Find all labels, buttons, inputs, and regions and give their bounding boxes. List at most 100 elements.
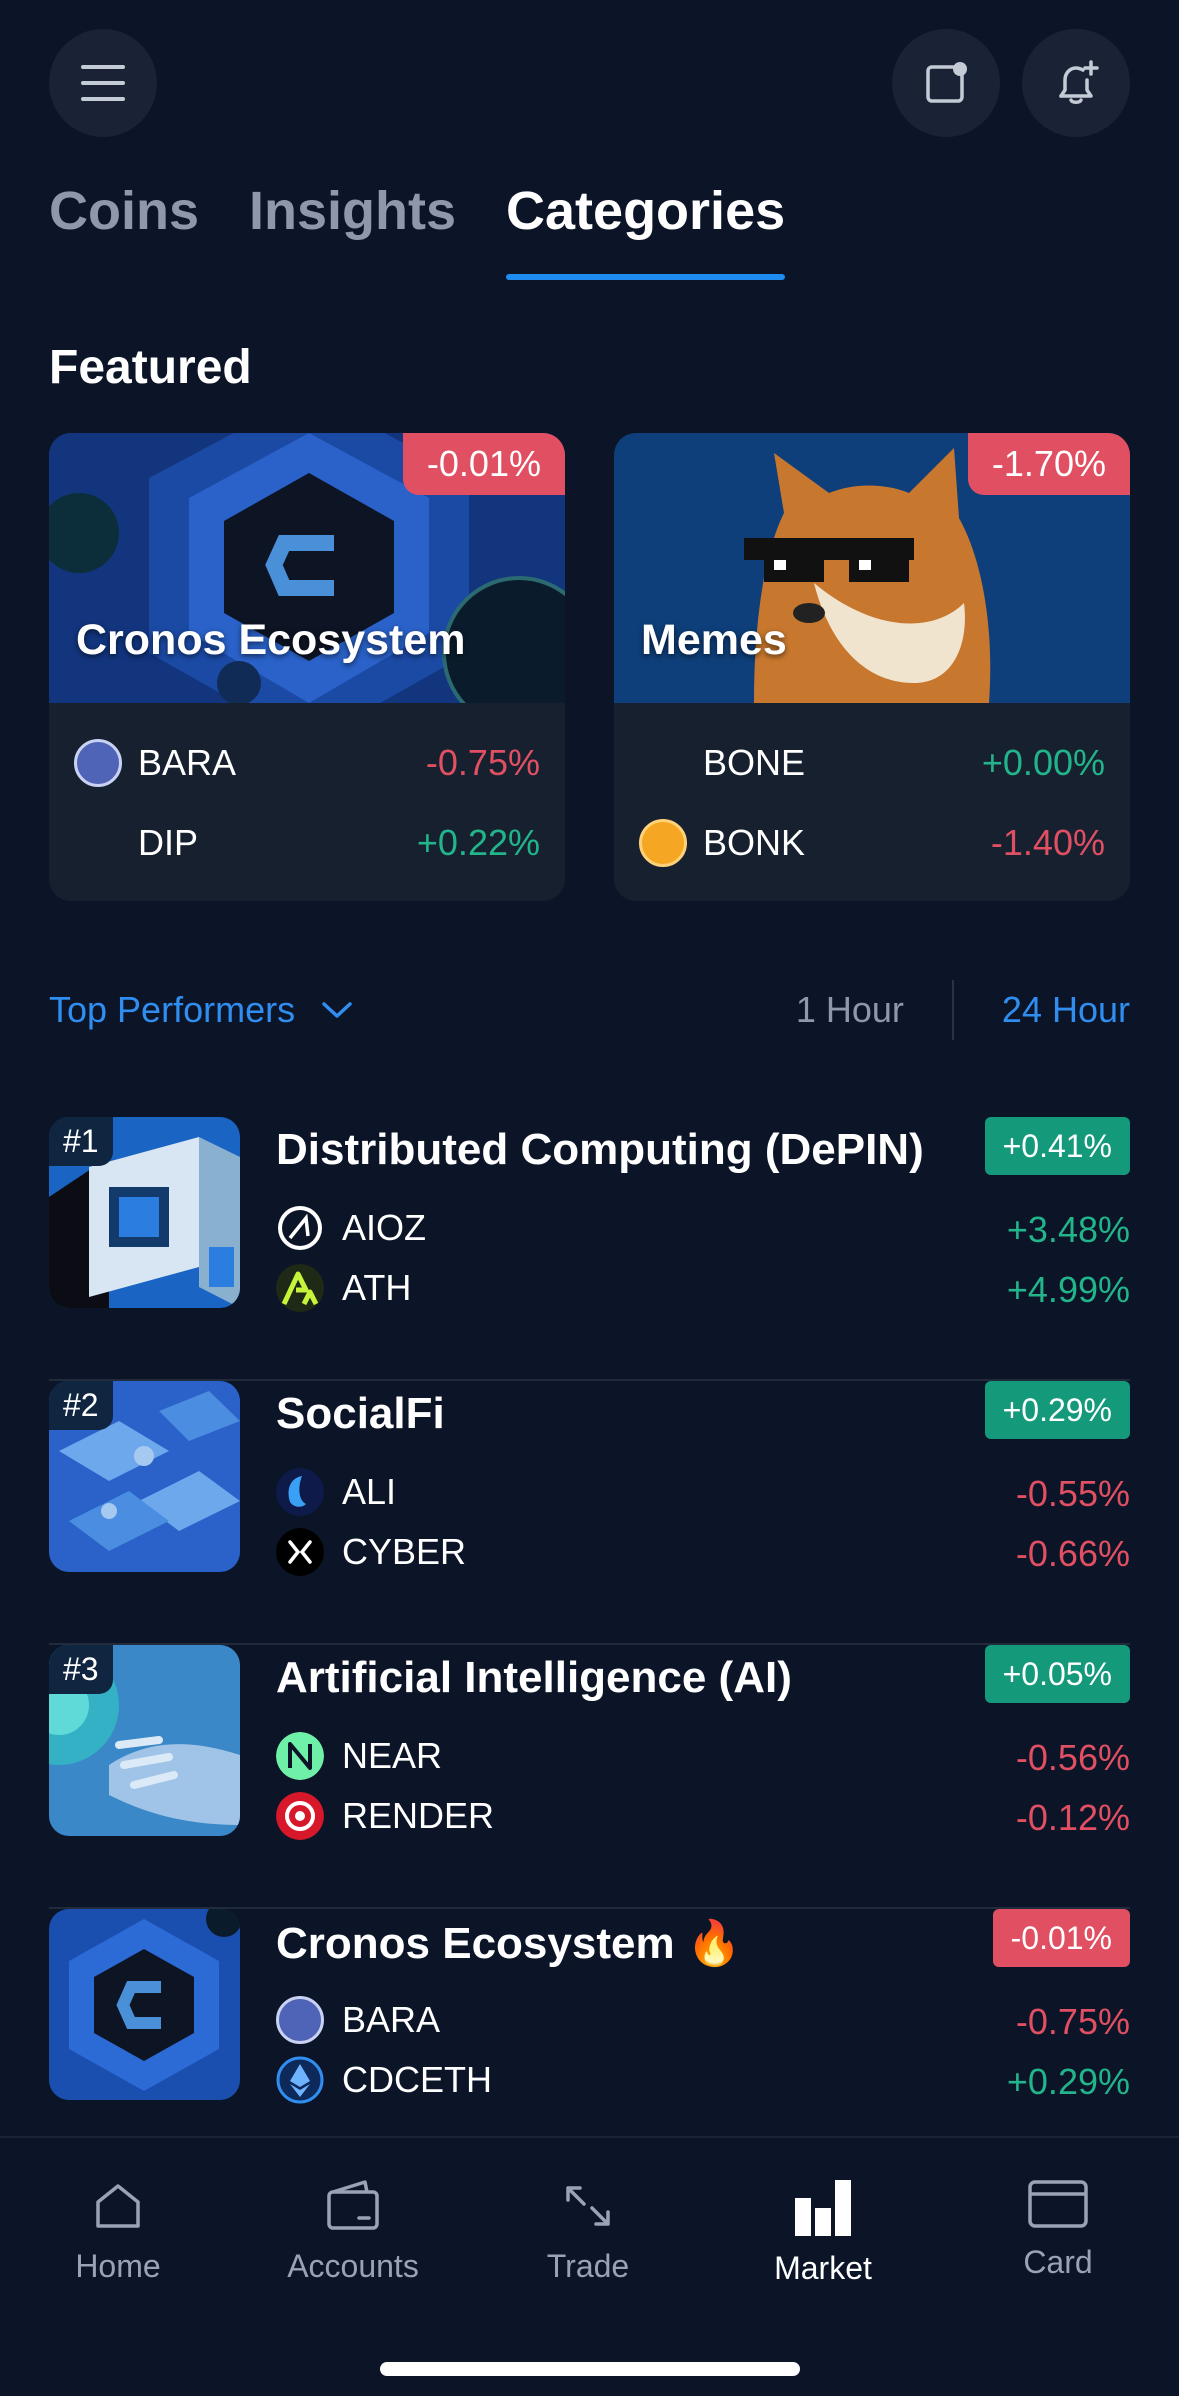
coin-symbol: BONK [703,822,806,863]
render-coin-icon [276,1792,324,1840]
featured-coin-row: BONE +0.00% [614,733,1130,793]
notes-icon [926,62,967,103]
category-thumbnail: #2 [49,1381,240,1572]
category-rank: #2 [49,1381,113,1430]
bone-coin-icon [639,739,687,787]
trade-arrows-icon [566,2186,610,2226]
category-coin: NEAR [276,1731,442,1781]
tab-insights[interactable]: Insights [249,180,456,280]
coin-change: -0.75% [425,742,540,783]
nav-label: Home [75,2248,161,2284]
category-thumbnail [49,1909,240,2100]
chevron-down-icon [322,1002,352,1018]
bara-coin-icon [276,1996,324,2044]
category-thumbnail: #1 [49,1117,240,1308]
coin-symbol: BONE [703,742,806,783]
featured-coin-row: BARA -0.75% [49,733,565,793]
category-name: Artificial Intelligence (AI) [276,1653,792,1702]
aioz-coin-icon [278,1206,322,1250]
category-change-badge: -0.01% [992,1909,1130,1967]
top-tabs: Coins Insights Categories [49,180,786,280]
category-change-badge: +0.29% [984,1381,1130,1439]
coin-symbol: BARA [138,742,237,783]
nav-label: Trade [546,2248,630,2284]
category-change-badge: +0.05% [984,1645,1130,1703]
cyber-coin-icon [276,1528,324,1576]
featured-card-image: -1.70% Memes [614,433,1130,703]
category-row[interactable]: #3 Artificial Intelligence (AI) +0.05% N… [49,1645,1130,1909]
nav-label: Market [774,2250,872,2286]
add-alert-icon [1059,60,1099,104]
nav-card[interactable]: Card [958,2178,1158,2281]
coin-change: +0.29% [1006,2061,1130,2102]
time-divider [951,980,954,1040]
coin-symbol: ATH [342,1267,412,1308]
near-coin-icon [276,1732,324,1780]
category-row[interactable]: Cronos Ecosystem 🔥 -0.01% BARA -0.75% CD… [49,1909,1130,2173]
category-rank: #1 [49,1117,113,1166]
featured-card-cronos[interactable]: -0.01% Cronos Ecosystem BARA -0.75% DIP … [49,433,565,901]
coin-change: -1.40% [990,822,1105,863]
coin-change: -0.12% [1015,1797,1130,1838]
coin-change: +3.48% [1006,1209,1130,1250]
add-alert-button[interactable] [1022,29,1130,137]
category-coin: BARA [276,1995,440,2045]
coin-symbol: RENDER [342,1795,495,1836]
category-coin: ATH [276,1263,411,1313]
nav-market[interactable]: Market [723,2178,923,2287]
category-rank: #3 [49,1645,113,1694]
coin-change: -0.55% [1015,1473,1130,1514]
dip-coin-icon [74,819,122,867]
coin-symbol: DIP [138,822,199,863]
coin-change: +0.00% [981,742,1105,783]
category-name: Cronos Ecosystem 🔥 [276,1919,742,1968]
category-row[interactable]: #1 Distributed Computing (DePIN) +0.41% … [49,1117,1130,1381]
featured-coin-row: BONK -1.40% [614,813,1130,873]
coin-change: -0.75% [1015,2001,1130,2042]
nav-label: Card [1023,2244,1093,2280]
hamburger-icon [81,65,125,101]
bara-coin-icon [74,739,122,787]
category-name: Distributed Computing (DePIN) [276,1125,924,1174]
performers-filter-bar: Top Performers 1 Hour 24 Hour [49,980,1130,1040]
featured-title: Featured [49,341,252,394]
nav-accounts[interactable]: Accounts [253,2178,453,2285]
coin-symbol: CYBER [342,1531,467,1572]
time-option-24h[interactable]: 24 Hour [1002,989,1130,1031]
bonk-coin-icon [639,819,687,867]
time-option-1h[interactable]: 1 Hour [796,989,904,1031]
menu-button[interactable] [49,29,157,137]
tab-categories[interactable]: Categories [506,180,786,280]
performers-dropdown[interactable]: Top Performers [49,989,353,1031]
featured-card-name: Memes [641,616,787,664]
coin-symbol: BARA [342,1999,441,2040]
bottom-nav: Home Accounts Trade Market Card [0,2136,1179,2396]
category-thumbnail: #3 [49,1645,240,1836]
coin-symbol: ALI [342,1471,397,1512]
nav-home[interactable]: Home [18,2178,218,2285]
category-row[interactable]: #2 SocialFi +0.29% ALI -0.55% CYBER -0.6… [49,1381,1130,1645]
bar-chart-icon [795,2180,851,2236]
performers-dropdown-label: Top Performers [49,989,296,1030]
nav-label: Accounts [287,2248,419,2284]
coin-change: +0.22% [416,822,540,863]
coin-symbol: CDCETH [342,2059,492,2100]
featured-card-memes[interactable]: -1.70% Memes BONE +0.00% BONK -1.40% [614,433,1130,901]
home-indicator [380,2362,800,2376]
coin-change: -0.56% [1015,1737,1130,1778]
category-name: SocialFi [276,1389,445,1438]
notes-button[interactable] [892,29,1000,137]
home-icon [96,2184,140,2228]
featured-coin-row: DIP +0.22% [49,813,565,873]
wallet-icon [327,2180,379,2230]
nav-trade[interactable]: Trade [488,2178,688,2285]
ali-coin-icon [276,1468,324,1516]
cdceth-coin-icon [276,2056,324,2104]
cronos-thumbnail-art [49,1909,240,2100]
coin-symbol: AIOZ [342,1207,427,1248]
tab-coins[interactable]: Coins [49,180,199,280]
featured-card-image: -0.01% Cronos Ecosystem [49,433,565,703]
category-coin: RENDER [276,1791,494,1841]
featured-change-badge: -0.01% [402,433,565,495]
category-coin: CYBER [276,1527,466,1577]
